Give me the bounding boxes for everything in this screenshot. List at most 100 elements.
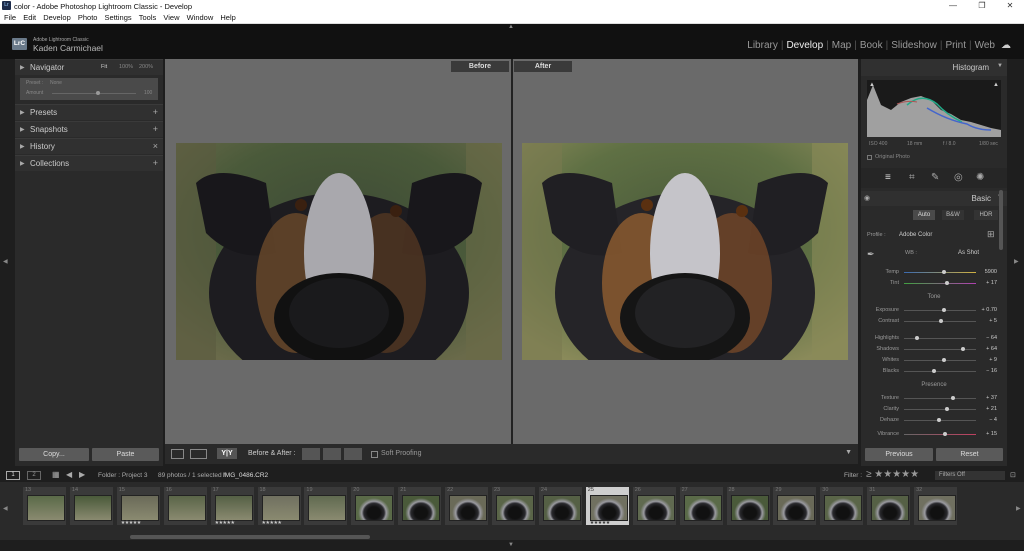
slider-track[interactable] bbox=[904, 434, 976, 435]
histogram-header[interactable]: Histogram ▼ bbox=[861, 59, 1007, 76]
previous-button[interactable]: Previous bbox=[865, 448, 933, 461]
histogram[interactable]: ▲ ▲ bbox=[867, 80, 1001, 137]
toolbar-menu-icon[interactable]: ▼ bbox=[845, 449, 852, 456]
snapshots-header[interactable]: ▶ Snapshots + bbox=[15, 121, 163, 137]
slider-dehaze[interactable]: Dehaze − 4 bbox=[861, 415, 1007, 425]
slider-knob[interactable] bbox=[945, 281, 950, 285]
navigator-header[interactable]: ▶ Navigator Fit 100% 200% bbox=[15, 59, 163, 75]
filmstrip-thumbnail[interactable]: 20 bbox=[350, 486, 396, 526]
highlight-clip-icon[interactable]: ▲ bbox=[993, 82, 999, 88]
left-panel-toggle-icon[interactable]: ◀ bbox=[3, 258, 8, 265]
module-book[interactable]: Book bbox=[857, 40, 886, 51]
filmstrip-thumbnail[interactable]: 26 bbox=[631, 486, 677, 526]
clear-icon[interactable]: × bbox=[153, 141, 158, 151]
loupe-view-icon[interactable] bbox=[171, 449, 184, 459]
slider-value[interactable]: − 16 bbox=[986, 368, 997, 374]
top-panel-toggle-icon[interactable]: ▲ bbox=[508, 24, 514, 30]
slider-whites[interactable]: Whites + 9 bbox=[861, 355, 1007, 365]
cloud-icon[interactable]: ☁ bbox=[998, 40, 1014, 51]
module-map[interactable]: Map bbox=[829, 40, 854, 51]
presets-header[interactable]: ▶ Presets + bbox=[15, 104, 163, 120]
add-icon[interactable]: + bbox=[153, 124, 158, 134]
filmstrip-thumbnail[interactable]: 13 bbox=[22, 486, 67, 526]
module-develop[interactable]: Develop bbox=[783, 40, 826, 51]
menu-file[interactable]: File bbox=[4, 12, 16, 24]
zoom-100[interactable]: 100% bbox=[119, 64, 133, 70]
add-icon[interactable]: + bbox=[153, 107, 158, 117]
selected-filename[interactable]: IMG_0486.CR2 bbox=[223, 472, 268, 479]
auto-button[interactable]: Auto bbox=[913, 210, 935, 220]
slider-tint[interactable]: Tint + 17 bbox=[861, 278, 1007, 288]
add-icon[interactable]: + bbox=[153, 158, 158, 168]
amount-knob[interactable] bbox=[96, 91, 100, 95]
filmstrip-thumbnail[interactable]: 24 bbox=[537, 486, 583, 526]
slider-temp[interactable]: Temp 5900 bbox=[861, 267, 1007, 277]
menu-window[interactable]: Window bbox=[187, 12, 214, 24]
slider-value[interactable]: − 4 bbox=[989, 417, 997, 423]
filmstrip-thumbnail[interactable]: 28 bbox=[725, 486, 771, 526]
edit-sliders-icon[interactable]: ≡ bbox=[885, 172, 891, 183]
zoom-200[interactable]: 200% bbox=[139, 64, 153, 70]
wb-dropdown[interactable]: As Shot bbox=[958, 250, 979, 256]
copy-after-to-before-icon[interactable] bbox=[323, 448, 341, 460]
eye-toggle-icon[interactable]: ◉ bbox=[864, 194, 870, 202]
zoom-fit[interactable]: Fit bbox=[101, 64, 107, 70]
wb-eyedropper-icon[interactable]: ✒ bbox=[867, 249, 875, 260]
swap-icon[interactable] bbox=[344, 448, 362, 460]
slider-track[interactable] bbox=[904, 349, 976, 350]
profile-dropdown[interactable]: Adobe Color bbox=[899, 232, 932, 238]
filmstrip-thumbnail[interactable]: 27 bbox=[678, 486, 724, 526]
copy-before-to-after-icon[interactable] bbox=[302, 448, 320, 460]
slider-highlights[interactable]: Highlights − 64 bbox=[861, 333, 1007, 343]
grid-icon[interactable]: ▦ bbox=[52, 470, 60, 479]
slider-knob[interactable] bbox=[939, 319, 944, 323]
slider-track[interactable] bbox=[904, 360, 976, 361]
original-photo-checkbox[interactable] bbox=[867, 155, 872, 160]
copy-button[interactable]: Copy... bbox=[19, 448, 89, 461]
hdr-button[interactable]: HDR bbox=[974, 210, 998, 220]
filmstrip-scrollbar[interactable] bbox=[130, 535, 370, 539]
module-slideshow[interactable]: Slideshow bbox=[888, 40, 940, 51]
menu-view[interactable]: View bbox=[163, 12, 179, 24]
module-print[interactable]: Print bbox=[942, 40, 969, 51]
slider-shadows[interactable]: Shadows + 64 bbox=[861, 344, 1007, 354]
filmstrip-thumbnail[interactable]: 29 bbox=[772, 486, 818, 526]
slider-value[interactable]: + 21 bbox=[986, 406, 997, 412]
slider-knob[interactable] bbox=[950, 396, 955, 400]
soft-proofing-checkbox[interactable] bbox=[371, 451, 378, 458]
slider-value[interactable]: + 37 bbox=[986, 395, 997, 401]
close-icon[interactable]: ✕ bbox=[996, 0, 1024, 12]
slider-knob[interactable] bbox=[943, 432, 948, 436]
slider-value[interactable]: + 64 bbox=[986, 346, 997, 352]
collections-header[interactable]: ▶ Collections + bbox=[15, 155, 163, 171]
bottom-panel-toggle-icon[interactable]: ▼ bbox=[508, 542, 514, 548]
slider-knob[interactable] bbox=[932, 369, 937, 373]
paste-button[interactable]: Paste bbox=[92, 448, 159, 461]
slider-knob[interactable] bbox=[941, 358, 946, 362]
slider-value[interactable]: − 64 bbox=[986, 335, 997, 341]
healing-icon[interactable]: ✎ bbox=[931, 172, 939, 183]
after-photo[interactable] bbox=[522, 143, 848, 360]
filmstrip-thumbnail[interactable]: 15 ★★★★★ bbox=[115, 486, 161, 526]
slider-track[interactable] bbox=[904, 409, 976, 410]
filmstrip-thumbnail[interactable]: 18 ★★★★★ bbox=[256, 486, 302, 526]
slider-knob[interactable] bbox=[941, 270, 946, 274]
menu-help[interactable]: Help bbox=[220, 12, 235, 24]
slider-contrast[interactable]: Contrast + 5 bbox=[861, 316, 1007, 326]
slider-track[interactable] bbox=[904, 371, 976, 372]
main-window-button[interactable]: 1 bbox=[6, 471, 20, 480]
filmstrip-right-arrow-icon[interactable]: ▶ bbox=[1016, 505, 1021, 512]
profile-browser-icon[interactable]: ⊞ bbox=[987, 229, 995, 240]
slider-track[interactable] bbox=[904, 398, 976, 399]
slider-knob[interactable] bbox=[945, 407, 950, 411]
slider-knob[interactable] bbox=[914, 336, 919, 340]
menu-settings[interactable]: Settings bbox=[105, 12, 132, 24]
slider-texture[interactable]: Texture + 37 bbox=[861, 393, 1007, 403]
slider-knob[interactable] bbox=[942, 308, 947, 312]
slider-track[interactable] bbox=[904, 310, 976, 311]
crop-icon[interactable]: ⌗ bbox=[909, 172, 915, 183]
filmstrip-left-arrow-icon[interactable]: ◀ bbox=[3, 505, 8, 512]
filmstrip-thumbnail[interactable]: 17 ★★★★★ bbox=[209, 486, 255, 526]
slider-value[interactable]: + 17 bbox=[986, 280, 997, 286]
filmstrip-thumbnail[interactable]: 21 bbox=[397, 486, 443, 526]
